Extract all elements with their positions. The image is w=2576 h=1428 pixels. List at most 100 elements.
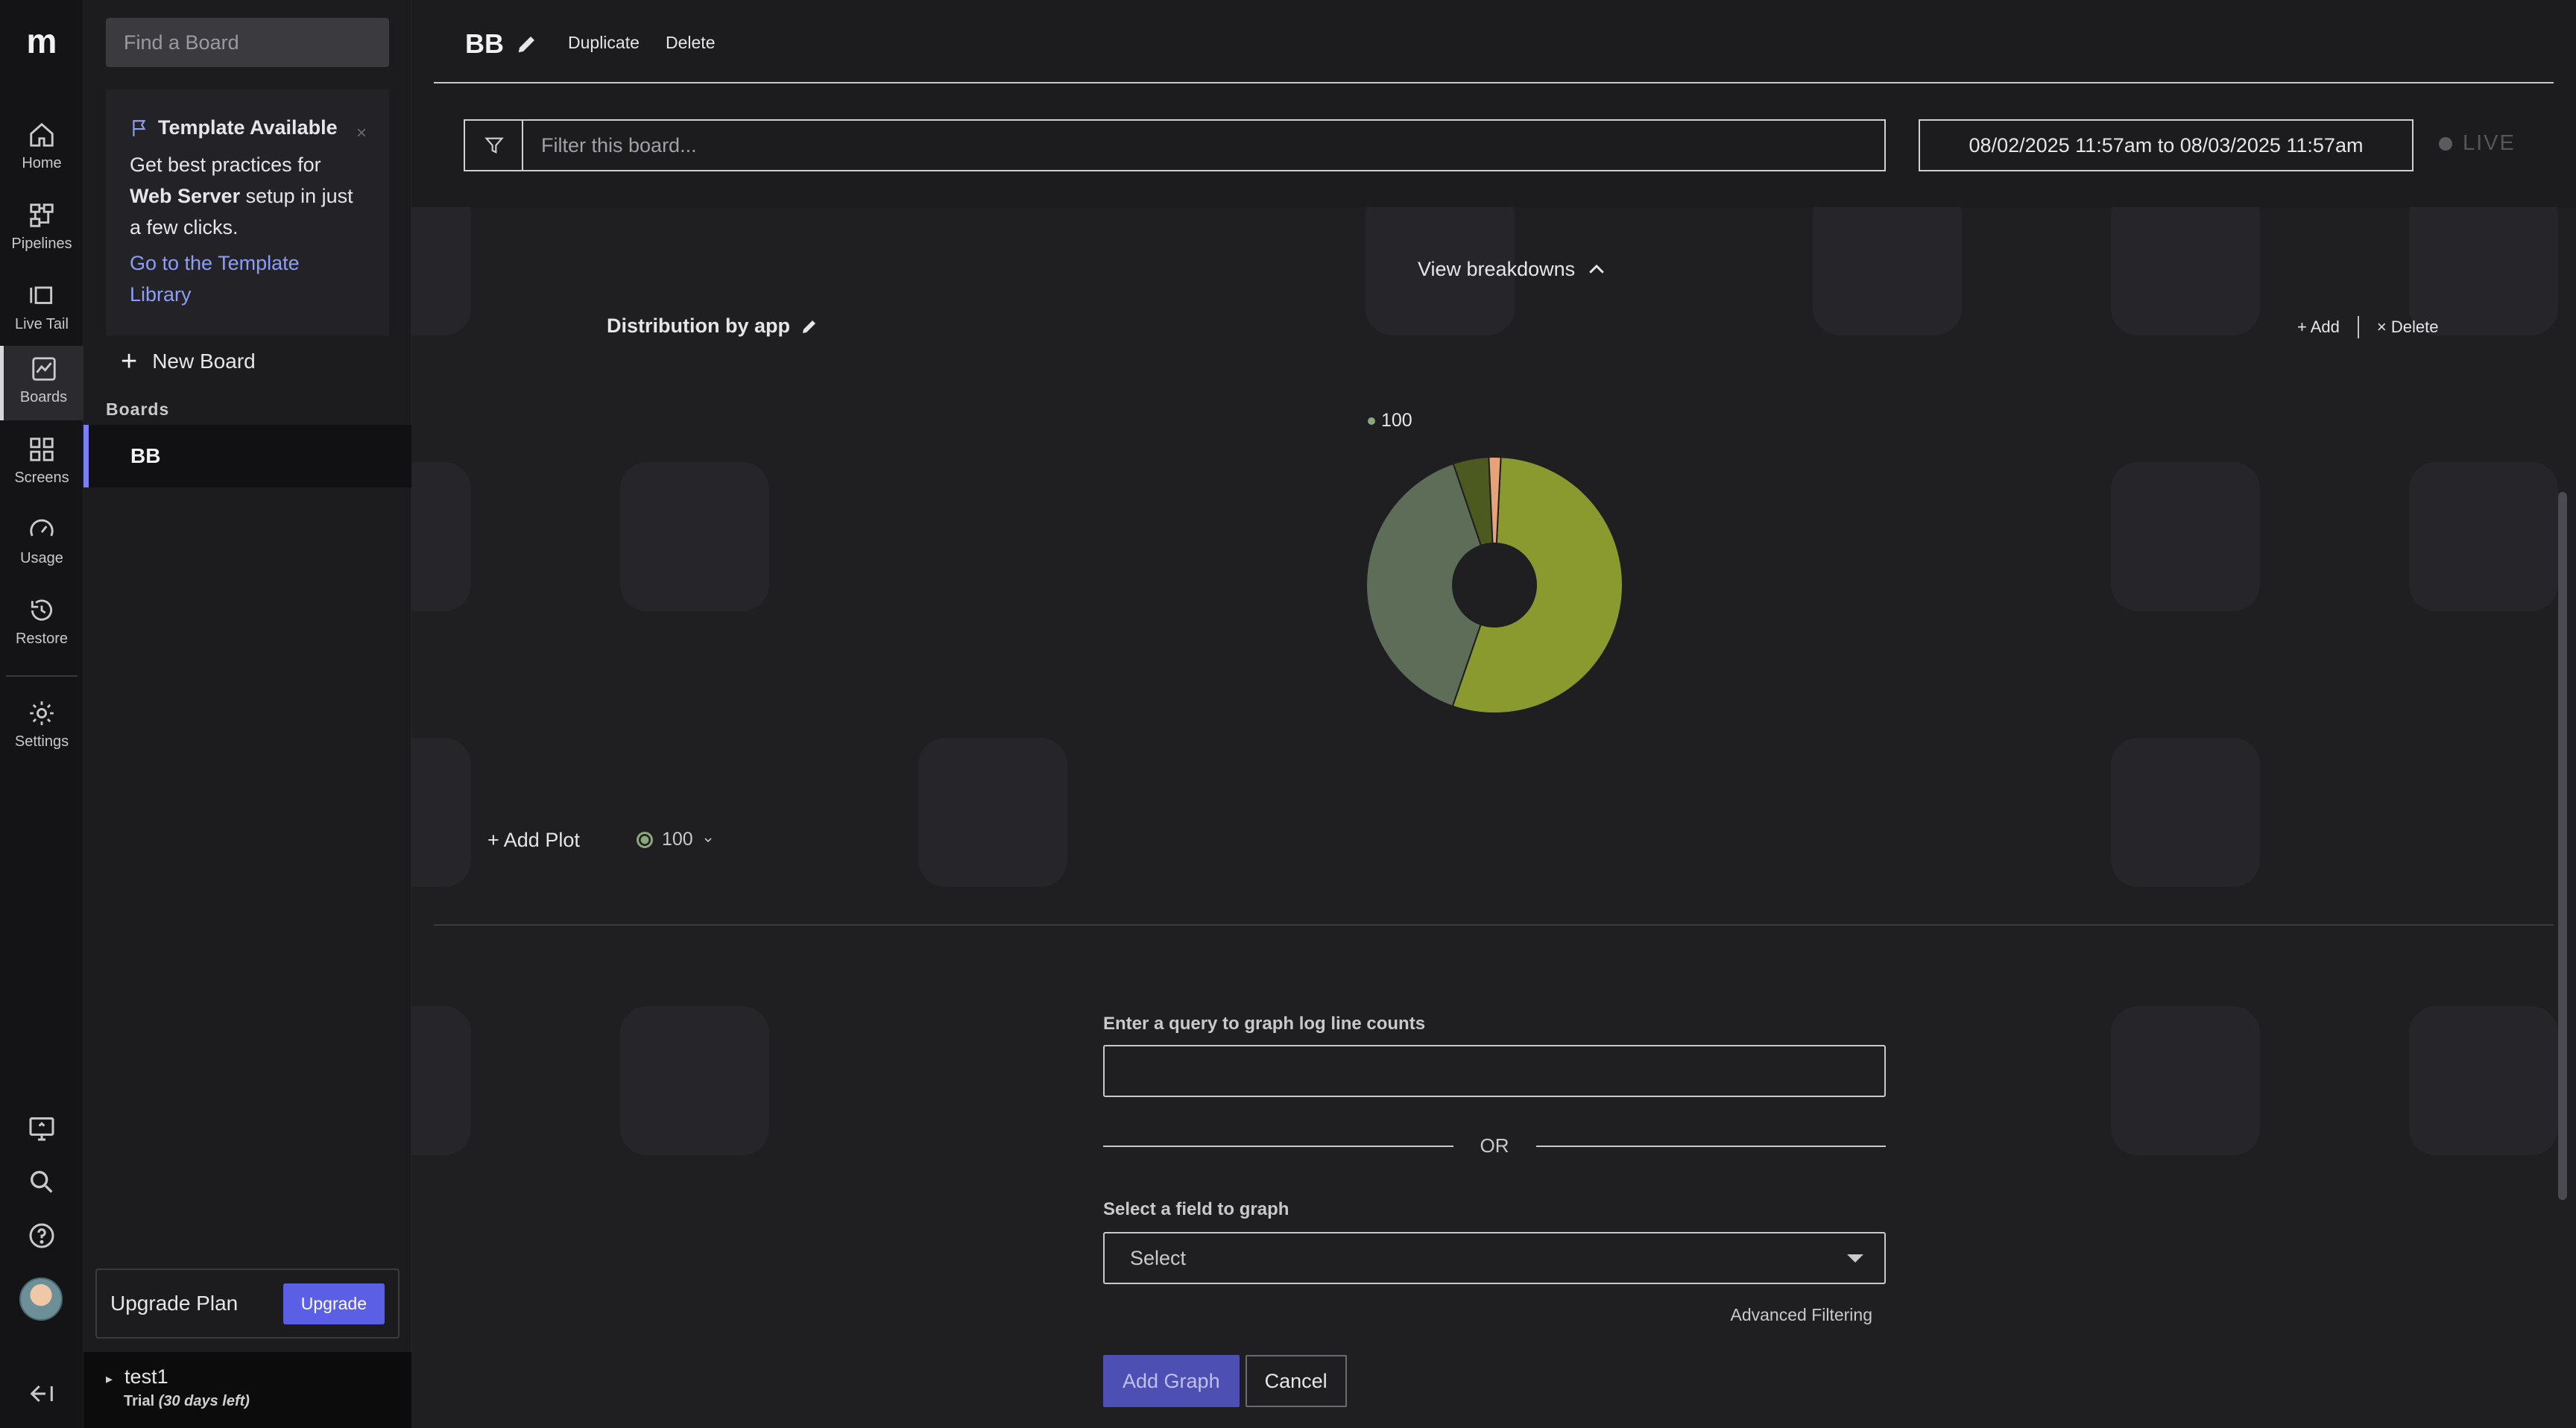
rail-item-boards[interactable]: Boards [0,346,83,420]
panel-divider [434,924,2554,926]
rail-label-usage: Usage [20,550,63,566]
series-color-icon [637,831,653,848]
header-divider [434,82,2554,83]
board-main: BB Duplicate Delete Filter this board...… [411,0,2576,1428]
template-close-icon[interactable]: × [356,118,367,149]
home-icon [30,122,54,147]
boards-sidebar: Find a Board Template Available × Get be… [83,0,411,1428]
chevron-down-icon [704,837,712,842]
app-logo[interactable]: m [21,24,63,58]
rail-label-screens: Screens [14,470,69,486]
account-switcher[interactable]: test1 Trial (30 days left) [83,1352,411,1428]
query-label: Enter a query to graph log line counts [1103,1014,1426,1034]
sidebar-board-bb[interactable]: BB [83,425,411,487]
rail-item-live-tail[interactable]: Live Tail [0,273,83,347]
graph-panel: View breakdowns Distribution by app + Ad… [434,207,2554,923]
delete-board-button[interactable]: Delete [666,33,715,53]
upgrade-plan-label: Upgrade Plan [110,1292,239,1315]
rail-label-restore: Restore [15,631,69,647]
trial-status: Trial (30 days left) [124,1393,250,1409]
legend-label: 100 [1381,410,1412,431]
date-range-picker[interactable]: 08/02/2025 11:57am to 08/03/2025 11:57am [1919,119,2414,171]
distribution-donut-chart [1366,456,1623,714]
boards-section-label: Boards [106,399,170,419]
actions-divider [2357,316,2359,338]
add-graph-form: Enter a query to graph log line counts O… [1103,1014,1886,1407]
field-label: Select a field to graph [1103,1199,1289,1219]
upgrade-plan-box: Upgrade Plan Upgrade [95,1269,400,1339]
live-tail-icon [30,286,53,304]
rail-label-home: Home [22,155,62,171]
rail-item-restore[interactable]: Restore [0,587,83,662]
plot-title: Distribution by app [607,315,818,338]
add-breakdown-button[interactable]: + Add [2297,317,2340,337]
rail-divider [6,675,78,677]
chart-legend: 100 [1368,410,1412,432]
backdrop-tile [411,1006,471,1155]
rail-label-pipelines: Pipelines [11,236,72,252]
upgrade-button[interactable]: Upgrade [282,1283,385,1324]
rail-item-home[interactable]: Home [0,112,83,186]
plot-actions: + Add × Delete [2297,316,2438,338]
help-icon[interactable] [27,1221,57,1251]
pipelines-icon [30,203,54,227]
rail-item-settings[interactable]: Settings [0,690,83,765]
find-board-input[interactable]: Find a Board [106,18,389,67]
view-breakdowns-toggle[interactable]: View breakdowns [1418,258,1608,281]
add-graph-button[interactable]: Add Graph [1103,1355,1240,1407]
add-plot-button[interactable]: + Add Plot [487,829,580,852]
legend-swatch [1368,417,1375,425]
gear-icon [30,701,54,725]
rail-item-screens[interactable]: Screens [0,426,83,501]
series-selector[interactable]: 100 [637,829,714,850]
avatar[interactable] [19,1277,63,1321]
gauge-icon [30,519,54,537]
query-input[interactable] [1103,1045,1886,1097]
duplicate-button[interactable]: Duplicate [568,33,640,53]
rail-label-settings: Settings [14,733,69,750]
delete-plot-button[interactable]: × Delete [2377,317,2439,337]
template-card-title: Template Available [130,112,365,143]
cancel-button[interactable]: Cancel [1245,1355,1347,1407]
board-header: BB Duplicate Delete Filter this board...… [411,0,2576,207]
live-toggle[interactable]: LIVE [2439,131,2516,156]
field-select[interactable]: Select [1103,1232,1886,1284]
flag-icon [133,120,146,136]
boards-icon [31,357,56,381]
collapse-icon[interactable] [27,1379,57,1409]
live-dot-icon [2439,136,2452,151]
series-label: 100 [662,829,693,850]
backdrop-tile [2409,1006,2558,1155]
caret-down-icon [1847,1254,1863,1263]
new-board-label: New Board [152,350,256,373]
template-library-link[interactable]: Go to the Template Library [130,247,365,310]
plus-icon: + [121,346,138,377]
donut-hole [1453,543,1536,627]
rail-label-live-tail: Live Tail [15,316,69,332]
backdrop-tile [620,1006,769,1155]
account-name: test1 [106,1365,389,1388]
icon-rail: m Home Pipelines Live Tail Boards Screen… [0,0,83,1428]
backdrop-tile [2111,1006,2260,1155]
search-icon[interactable] [27,1167,57,1197]
rail-item-usage[interactable]: Usage [0,507,83,581]
form-actions: Add Graph Cancel [1103,1355,1886,1407]
main-scrollbar[interactable] [2558,492,2567,1200]
rail-label-boards: Boards [19,389,68,405]
or-separator: OR [1103,1134,1886,1157]
monitor-icon[interactable] [27,1113,57,1143]
board-title: BB [465,28,504,59]
filter-button[interactable] [464,119,523,171]
edit-pencil-icon[interactable] [801,317,818,335]
restore-icon [31,599,53,621]
template-card: Template Available × Get best practices … [106,89,389,335]
chevron-up-icon [1589,264,1604,274]
new-board-button[interactable]: + New Board [121,346,256,377]
filter-icon [484,137,504,154]
screens-icon [30,437,54,461]
rail-item-pipelines[interactable]: Pipelines [0,192,83,267]
filter-board-input[interactable]: Filter this board... [522,119,1886,171]
edit-pencil-icon[interactable] [516,33,538,55]
advanced-filtering-link[interactable]: Advanced Filtering [1103,1305,1886,1325]
template-card-body: Get best practices for Web Server setup … [130,154,353,238]
